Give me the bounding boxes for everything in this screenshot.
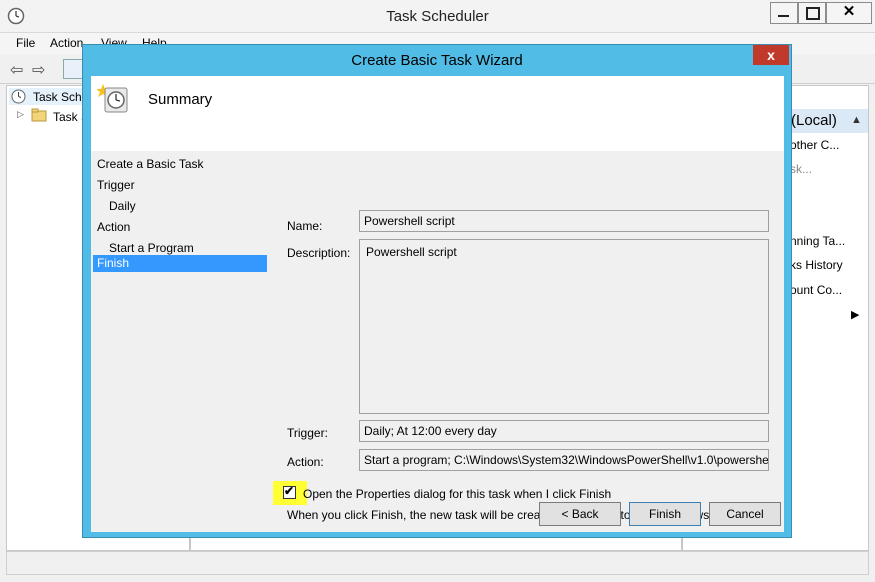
name-label: Name: [287, 219, 323, 233]
tree-item-root[interactable]: Task Sche [9, 88, 89, 105]
action-item[interactable]: nning Ta... [790, 234, 845, 248]
main-window-title: Task Scheduler [386, 8, 489, 25]
action-item[interactable]: ount Co... [790, 283, 842, 297]
description-field[interactable]: Powershell script [359, 239, 769, 414]
task-clock-icon [96, 82, 131, 119]
chevron-right-icon[interactable]: ▷ [17, 109, 24, 120]
clock-icon [11, 89, 26, 107]
wizard-client-area: Summary Create a Basic Task Trigger Dail… [91, 76, 784, 532]
maximize-icon [806, 7, 820, 20]
menu-file[interactable]: File [16, 36, 35, 50]
step-finish[interactable]: Finish [93, 255, 267, 272]
description-label: Description: [287, 246, 351, 260]
wizard-close-button[interactable]: x [753, 45, 789, 65]
main-close-button[interactable]: ✕ [826, 2, 872, 24]
trigger-label: Trigger: [287, 426, 328, 440]
minimize-button[interactable] [770, 2, 798, 24]
back-button[interactable]: < Back [539, 502, 621, 526]
close-icon: ✕ [842, 3, 856, 20]
maximize-button[interactable] [798, 2, 826, 24]
actions-header-label: (Local) [791, 112, 837, 129]
step-start-program[interactable]: Start a Program [109, 241, 194, 255]
wizard-title: Create Basic Task Wizard [351, 52, 523, 69]
step-trigger[interactable]: Trigger [97, 178, 135, 192]
tree-item-label: Task Sche [33, 90, 89, 104]
minimize-icon [778, 15, 789, 17]
status-bar [6, 551, 869, 575]
menu-action[interactable]: Action [50, 36, 83, 50]
cancel-button[interactable]: Cancel [709, 502, 781, 526]
action-label: Action: [287, 455, 324, 469]
step-daily[interactable]: Daily [109, 199, 136, 213]
back-arrow-icon[interactable]: ⇦ [10, 60, 23, 80]
main-title-bar: Task Scheduler ✕ [0, 0, 875, 33]
open-properties-checkbox[interactable]: ✔ [283, 484, 296, 499]
action-item[interactable]: ks History [790, 258, 843, 272]
wizard-header: Summary [91, 76, 784, 151]
name-field[interactable]: Powershell script [359, 210, 769, 232]
folder-icon [31, 108, 47, 125]
action-item[interactable]: other C... [790, 138, 839, 152]
wizard-dialog: Create Basic Task Wizard x Summary Creat… [82, 44, 792, 538]
submenu-arrow-icon[interactable]: ▶ [851, 308, 859, 321]
checkmark-icon: ✔ [284, 484, 295, 498]
action-item[interactable]: sk... [790, 162, 812, 176]
step-action[interactable]: Action [97, 220, 130, 234]
calendar-icon[interactable] [63, 59, 83, 79]
open-properties-label[interactable]: Open the Properties dialog for this task… [303, 487, 611, 501]
finish-button[interactable]: Finish [629, 502, 701, 526]
action-field[interactable]: Start a program; C:\Windows\System32\Win… [359, 449, 769, 471]
forward-arrow-icon[interactable]: ⇨ [32, 60, 45, 80]
wizard-page-title: Summary [148, 91, 213, 108]
step-create-basic-task[interactable]: Create a Basic Task [97, 157, 204, 171]
collapse-icon[interactable]: ▲ [851, 114, 862, 126]
trigger-field[interactable]: Daily; At 12:00 every day [359, 420, 769, 442]
